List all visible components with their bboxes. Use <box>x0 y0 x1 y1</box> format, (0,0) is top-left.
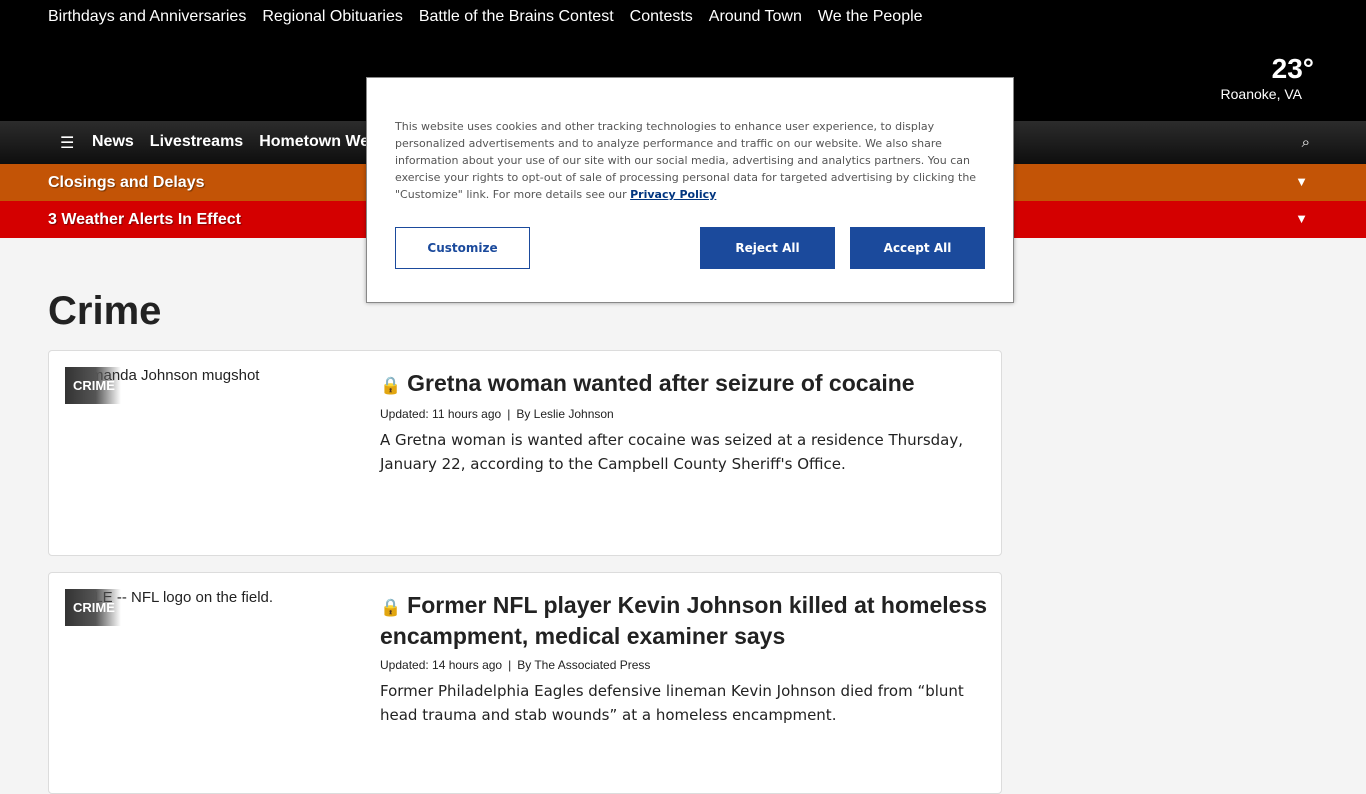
top-link-we-the-people[interactable]: We the People <box>818 7 923 27</box>
lock-icon: 🔒 <box>380 376 402 395</box>
article-summary: Former Philadelphia Eagles defensive lin… <box>380 682 964 724</box>
top-link-obituaries[interactable]: Regional Obituaries <box>262 7 403 27</box>
article-meta: Updated: 11 hours ago | By Leslie Johnson <box>380 406 990 422</box>
article-title-text[interactable]: Former NFL player Kevin Johnson killed a… <box>380 592 987 649</box>
nav-item-hometown[interactable]: Hometown We <box>259 132 369 152</box>
meta-separator: | <box>507 407 511 421</box>
search-icon[interactable]: ⌕ <box>1302 133 1310 151</box>
nav-item-livestreams[interactable]: Livestreams <box>150 132 243 152</box>
cookie-consent-dialog: This website uses cookies and other trac… <box>366 77 1014 303</box>
lock-icon: 🔒 <box>380 598 402 617</box>
article-title[interactable]: 🔒 Gretna woman wanted after seizure of co… <box>380 369 990 400</box>
top-link-around-town[interactable]: Around Town <box>709 7 802 27</box>
accept-all-button[interactable]: Accept All <box>850 227 985 269</box>
chevron-down-icon[interactable]: ▼ <box>1295 211 1308 226</box>
top-link-birthdays[interactable]: Birthdays and Anniversaries <box>48 7 246 27</box>
closings-label: Closings and Delays <box>48 174 205 191</box>
article-updated: Updated: 14 hours ago <box>380 658 503 672</box>
weather-widget[interactable]: 23° Roanoke, VA <box>1221 52 1314 104</box>
top-link-contests[interactable]: Contests <box>630 7 693 27</box>
customize-button[interactable]: Customize <box>395 227 530 269</box>
article-updated: Updated: 11 hours ago <box>380 407 502 421</box>
weather-temperature: 23° <box>1271 53 1314 84</box>
page-title: Crime <box>48 289 162 333</box>
weather-location: Roanoke, VA <box>1220 86 1302 102</box>
weather-alerts-label: 3 Weather Alerts In Effect <box>48 211 241 228</box>
article-meta: Updated: 14 hours ago | By The Associated … <box>380 657 990 673</box>
top-link-battle-brains[interactable]: Battle of the Brains Contest <box>419 7 614 27</box>
article-title[interactable]: 🔒 Former NFL player Kevin Johnson killed … <box>380 591 990 651</box>
article-card[interactable]: Amanda Johnson mugshot CRIME 🔒 Gretna wom… <box>48 350 1002 556</box>
nav-item-news[interactable]: News <box>92 132 134 152</box>
category-tag: CRIME <box>65 367 121 404</box>
article-author[interactable]: By Leslie Johnson <box>516 407 613 421</box>
article-title-text[interactable]: Gretna woman wanted after seizure of coc… <box>407 370 914 396</box>
reject-all-button[interactable]: Reject All <box>700 227 835 269</box>
meta-separator: | <box>508 658 512 672</box>
chevron-down-icon[interactable]: ▼ <box>1295 174 1308 189</box>
hamburger-menu-icon[interactable]: ☰ <box>60 133 74 152</box>
privacy-policy-link[interactable]: Privacy Policy <box>630 188 716 201</box>
category-tag: CRIME <box>65 589 121 626</box>
article-card[interactable]: FILE -- NFL logo on the field. CRIME 🔒 Fo… <box>48 572 1002 794</box>
article-author[interactable]: By The Associated Press <box>517 658 650 672</box>
article-summary: A Gretna woman is wanted after cocaine w… <box>380 431 964 473</box>
cookie-text-block: This website uses cookies and other trac… <box>395 118 981 203</box>
top-links: Birthdays and Anniversaries Regional Obi… <box>48 7 939 27</box>
